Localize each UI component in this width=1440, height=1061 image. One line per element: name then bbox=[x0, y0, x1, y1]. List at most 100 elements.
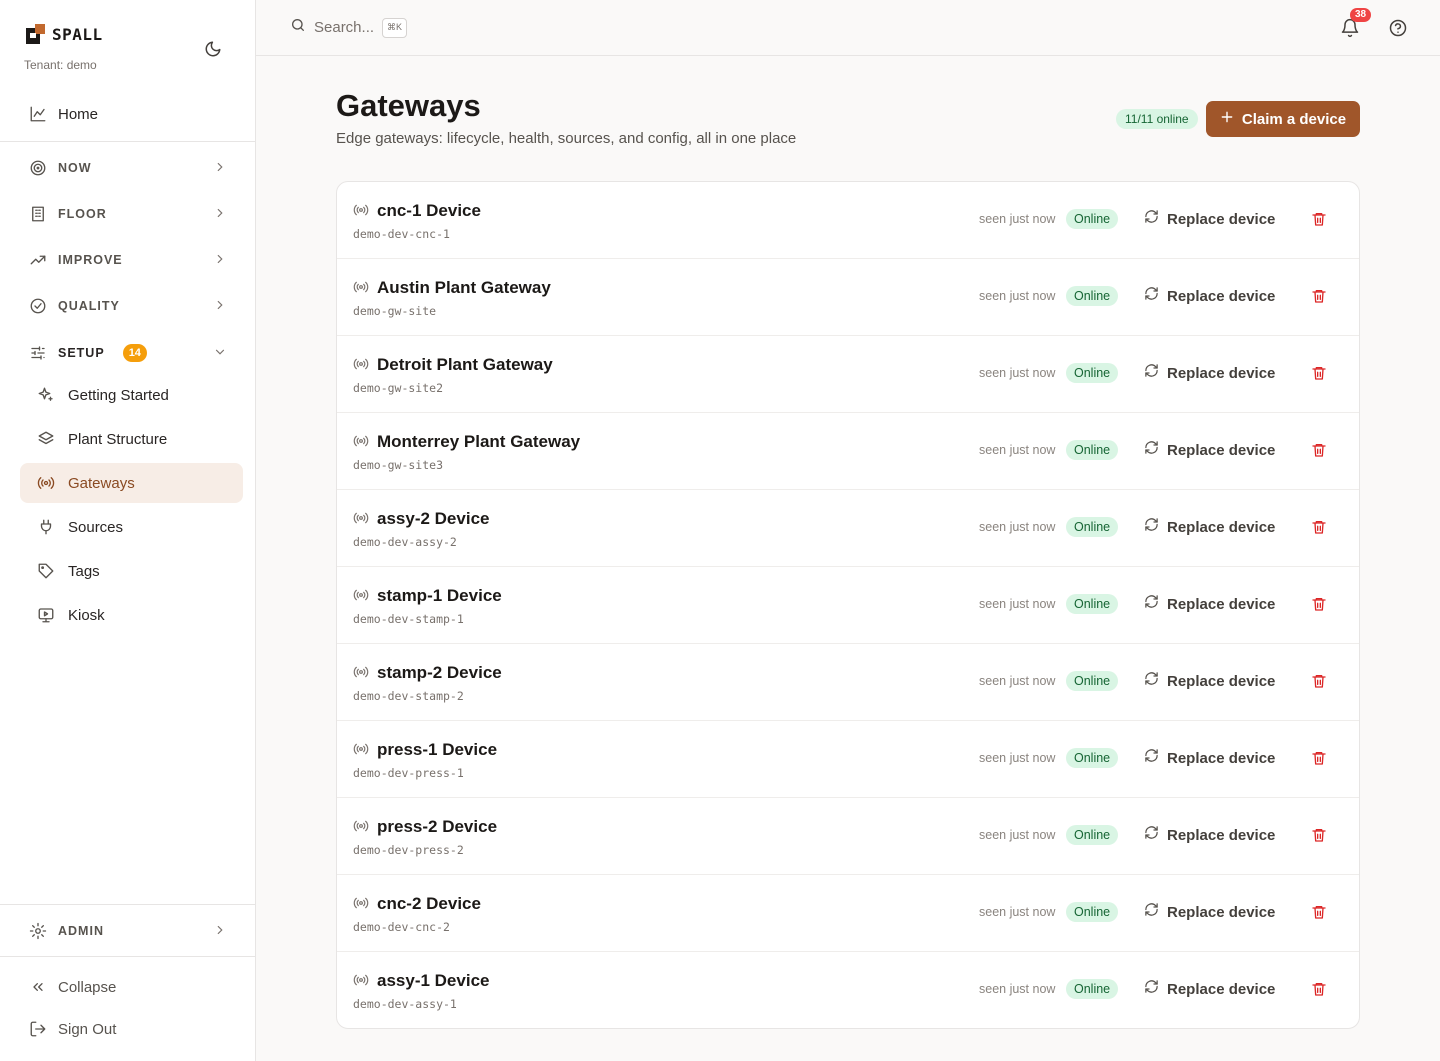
replace-device-label: Replace device bbox=[1167, 980, 1276, 998]
trash-icon[interactable] bbox=[1311, 442, 1327, 458]
gateway-row[interactable]: stamp-1 Device demo-dev-stamp-1 seen jus… bbox=[337, 567, 1359, 644]
claim-device-button[interactable]: Claim a device bbox=[1206, 101, 1360, 137]
sidebar: SPALL Tenant: demo Home NOW FLOOR IMPROV… bbox=[0, 0, 256, 1061]
building-icon bbox=[28, 204, 48, 224]
gateway-row[interactable]: assy-2 Device demo-dev-assy-2 seen just … bbox=[337, 490, 1359, 567]
replace-device-button[interactable]: Replace device bbox=[1144, 979, 1275, 999]
nav-section-setup[interactable]: SETUP 14 bbox=[20, 333, 243, 373]
gateway-id: demo-dev-assy-1 bbox=[353, 997, 457, 1011]
status-badge: Online bbox=[1066, 363, 1119, 383]
replace-device-button[interactable]: Replace device bbox=[1144, 671, 1275, 691]
trash-icon[interactable] bbox=[1311, 211, 1327, 227]
gateway-row[interactable]: stamp-2 Device demo-dev-stamp-2 seen jus… bbox=[337, 644, 1359, 721]
trash-icon[interactable] bbox=[1311, 596, 1327, 612]
trash-icon[interactable] bbox=[1311, 288, 1327, 304]
last-seen: seen just now bbox=[979, 289, 1056, 303]
gateway-row[interactable]: cnc-1 Device demo-dev-cnc-1 seen just no… bbox=[337, 182, 1359, 259]
moon-icon[interactable] bbox=[202, 38, 224, 60]
refresh-icon bbox=[1144, 825, 1159, 845]
trash-icon[interactable] bbox=[1311, 365, 1327, 381]
nav-item-label: Gateways bbox=[68, 474, 135, 492]
trash-icon[interactable] bbox=[1311, 827, 1327, 843]
replace-device-label: Replace device bbox=[1167, 826, 1276, 844]
gateway-row[interactable]: assy-1 Device demo-dev-assy-1 seen just … bbox=[337, 952, 1359, 1028]
help-circle-icon[interactable] bbox=[1388, 18, 1408, 38]
nav-section-label: QUALITY bbox=[58, 299, 120, 313]
nav-section-improve[interactable]: IMPROVE bbox=[20, 240, 243, 280]
divider bbox=[0, 904, 255, 905]
gateway-name: cnc-2 Device bbox=[377, 894, 481, 913]
replace-device-label: Replace device bbox=[1167, 749, 1276, 767]
status-badge: Online bbox=[1066, 517, 1119, 537]
last-seen: seen just now bbox=[979, 982, 1056, 996]
trending-up-icon bbox=[28, 250, 48, 270]
replace-device-button[interactable]: Replace device bbox=[1144, 748, 1275, 768]
replace-device-button[interactable]: Replace device bbox=[1144, 440, 1275, 460]
nav-item-label: Plant Structure bbox=[68, 430, 168, 448]
replace-device-button[interactable]: Replace device bbox=[1144, 517, 1275, 537]
trash-icon[interactable] bbox=[1311, 673, 1327, 689]
notification-count-badge: 38 bbox=[1350, 8, 1372, 22]
replace-device-button[interactable]: Replace device bbox=[1144, 594, 1275, 614]
gateway-row[interactable]: press-1 Device demo-dev-press-1 seen jus… bbox=[337, 721, 1359, 798]
gateway-name: assy-1 Device bbox=[377, 971, 490, 990]
collapse-button[interactable]: Collapse bbox=[20, 967, 243, 1007]
nav-section-quality[interactable]: QUALITY bbox=[20, 286, 243, 326]
sign-out-label: Sign Out bbox=[58, 1020, 117, 1038]
replace-device-button[interactable]: Replace device bbox=[1144, 286, 1275, 306]
nav-section-now[interactable]: NOW bbox=[20, 148, 243, 188]
trash-icon[interactable] bbox=[1311, 981, 1327, 997]
replace-device-button[interactable]: Replace device bbox=[1144, 902, 1275, 922]
gateway-name: Detroit Plant Gateway bbox=[377, 355, 553, 374]
spall-logo-icon bbox=[26, 24, 46, 44]
nav-section-label: NOW bbox=[58, 161, 92, 175]
nav-sources[interactable]: Sources bbox=[28, 507, 243, 547]
nav-gateways[interactable]: Gateways bbox=[20, 463, 243, 503]
chevron-right-icon bbox=[213, 923, 227, 942]
replace-device-label: Replace device bbox=[1167, 518, 1276, 536]
radio-icon bbox=[353, 895, 369, 911]
plus-icon bbox=[1220, 110, 1234, 128]
radar-icon bbox=[28, 158, 48, 178]
gateway-row[interactable]: cnc-2 Device demo-dev-cnc-2 seen just no… bbox=[337, 875, 1359, 952]
nav-plant-structure[interactable]: Plant Structure bbox=[28, 419, 243, 459]
replace-device-button[interactable]: Replace device bbox=[1144, 209, 1275, 229]
radio-icon bbox=[353, 818, 369, 834]
sign-out-button[interactable]: Sign Out bbox=[20, 1009, 243, 1049]
gateway-id: demo-gw-site bbox=[353, 304, 437, 318]
tenant-label: Tenant: demo bbox=[24, 58, 97, 72]
chevrons-left-icon bbox=[28, 977, 48, 997]
gateway-row[interactable]: press-2 Device demo-dev-press-2 seen jus… bbox=[337, 798, 1359, 875]
last-seen: seen just now bbox=[979, 828, 1056, 842]
layers-icon bbox=[36, 429, 56, 449]
radio-icon bbox=[353, 741, 369, 757]
trash-icon[interactable] bbox=[1311, 519, 1327, 535]
last-seen: seen just now bbox=[979, 751, 1056, 765]
nav-section-admin[interactable]: ADMIN bbox=[20, 911, 243, 951]
log-out-icon bbox=[28, 1019, 48, 1039]
status-badge: Online bbox=[1066, 209, 1119, 229]
gateway-row[interactable]: Austin Plant Gateway demo-gw-site seen j… bbox=[337, 259, 1359, 336]
radio-icon bbox=[353, 510, 369, 526]
nav-home[interactable]: Home bbox=[20, 94, 243, 134]
replace-device-button[interactable]: Replace device bbox=[1144, 363, 1275, 383]
refresh-icon bbox=[1144, 440, 1159, 460]
nav-tags[interactable]: Tags bbox=[28, 551, 243, 591]
gateway-row[interactable]: Detroit Plant Gateway demo-gw-site2 seen… bbox=[337, 336, 1359, 413]
top-bar: Search... ⌘K 38 bbox=[256, 0, 1440, 56]
chevron-right-icon bbox=[213, 252, 227, 271]
nav-kiosk[interactable]: Kiosk bbox=[28, 595, 243, 635]
nav-item-label: Kiosk bbox=[68, 606, 105, 624]
gateway-name: stamp-1 Device bbox=[377, 586, 502, 605]
nav-section-label: IMPROVE bbox=[58, 253, 123, 267]
nav-section-floor[interactable]: FLOOR bbox=[20, 194, 243, 234]
trash-icon[interactable] bbox=[1311, 904, 1327, 920]
search-box[interactable]: Search... ⌘K bbox=[290, 17, 408, 38]
nav-item-label: Sources bbox=[68, 518, 124, 536]
brand-logo[interactable]: SPALL bbox=[26, 24, 103, 44]
gateway-row[interactable]: Monterrey Plant Gateway demo-gw-site3 se… bbox=[337, 413, 1359, 490]
nav-getting-started[interactable]: Getting Started bbox=[28, 375, 243, 415]
trash-icon[interactable] bbox=[1311, 750, 1327, 766]
replace-device-button[interactable]: Replace device bbox=[1144, 825, 1275, 845]
chevron-right-icon bbox=[213, 160, 227, 179]
